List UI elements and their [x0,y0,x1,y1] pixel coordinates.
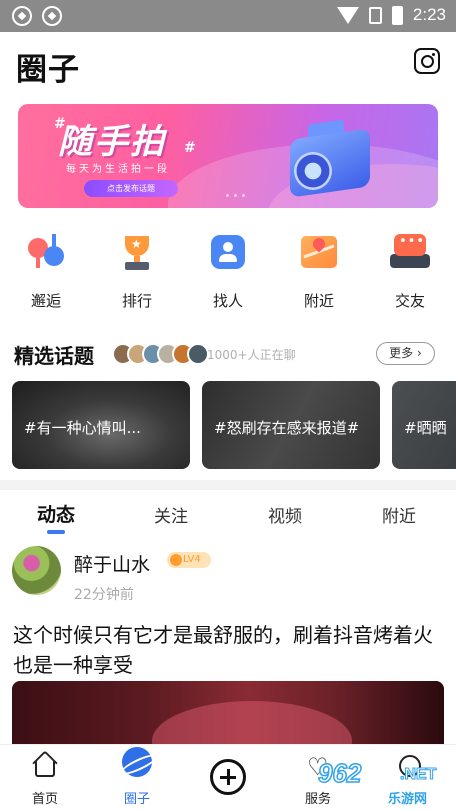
no-sim-icon [368,6,382,24]
post-content[interactable]: 这个时候只有它才是最舒服的，刷着抖音烤着火也是一种享受 [13,620,445,680]
status-time: 2:23 [412,5,446,24]
tab-dynamic[interactable]: 动态 [16,500,96,527]
app-notification-icon [12,6,32,26]
topic-card[interactable]: #怒刷存在感来报道# [202,381,380,469]
promo-banner[interactable]: # 随手拍 # 每天为生活拍一段 点击发布话题 [18,104,438,208]
page-title: 圈子 [16,52,80,88]
section-divider [0,480,456,490]
banner-pager [226,194,245,197]
level-icon [170,554,182,566]
plus-icon[interactable] [210,759,246,795]
trophy-icon [117,232,157,272]
level-text: LV4 [183,554,201,565]
category-friends[interactable]: 交友 [375,232,445,311]
level-badge: LV4 [167,552,211,568]
camera-icon[interactable] [414,48,440,74]
post-topic-button[interactable]: 点击发布话题 [84,180,178,197]
banner-hash: # [184,140,196,156]
category-label: 排行 [121,292,152,310]
nav-label: 首页 [31,792,58,807]
category-meet[interactable]: 邂逅 [11,232,81,311]
topic-carousel[interactable]: #有一种心情叫... #怒刷存在感来报道# #晒晒 [12,381,456,469]
battery-icon [391,5,403,25]
tab-follow[interactable]: 关注 [131,502,211,527]
home-icon [32,750,58,779]
tab-video[interactable]: 视频 [245,502,325,527]
wifi-icon [336,6,359,24]
topic-label: #晒晒 [404,419,447,437]
watermark-suffix: .NET [399,766,437,784]
planet-icon [122,747,152,779]
post-time: 22分钟前 [74,587,134,603]
more-label: 更多 [389,346,414,360]
category-find[interactable]: 找人 [193,232,263,311]
chevron-right-icon: › [417,346,422,360]
category-rank[interactable]: 排行 [102,232,172,311]
nav-label: 圈子 [123,792,150,807]
category-label: 找人 [212,292,243,310]
nav-home[interactable]: 首页 [15,750,75,807]
tab-nearby[interactable]: 附近 [359,502,439,527]
chat-icon [390,232,430,272]
category-label: 附近 [303,292,334,310]
category-label: 交友 [394,292,425,310]
category-row: 邂逅 排行 找人 附近 交友 [0,232,456,316]
category-nearby[interactable]: 附近 [284,232,354,311]
banner-subtitle: 每天为生活拍一段 [66,164,170,175]
post-image[interactable] [12,681,444,751]
post-author[interactable]: 醉于山水 [74,550,150,577]
topic-label: #怒刷存在感来报道# [214,419,360,437]
more-topics-button[interactable]: 更多 › [376,342,435,365]
gender-icon [26,232,66,272]
watermark-logo: 962 .NET 乐游网 [317,757,454,808]
category-label: 邂逅 [30,292,61,310]
banner-title: 随手拍 [58,122,166,162]
nav-circle[interactable]: 圈子 [107,747,167,807]
topics-title: 精选话题 [14,344,94,368]
avatar [187,343,209,365]
online-count: 1000+人正在聊 [207,348,296,362]
topic-card[interactable]: #晒晒 [392,381,456,469]
topic-card[interactable]: #有一种心情叫... [12,381,190,469]
map-pin-icon [299,232,339,272]
person-card-icon [208,232,248,272]
avatar[interactable] [12,546,61,595]
watermark-number: 962 [317,757,362,789]
watermark-text: 乐游网 [388,788,428,807]
participant-avatars [112,343,209,365]
feed-tabs: 动态 关注 视频 附近 [0,498,456,538]
status-bar: 2:23 [0,0,456,32]
app-notification-icon [42,6,62,26]
camera-illustration-icon [290,118,370,198]
topic-label: #有一种心情叫... [24,419,141,437]
active-tab-indicator [47,530,65,534]
